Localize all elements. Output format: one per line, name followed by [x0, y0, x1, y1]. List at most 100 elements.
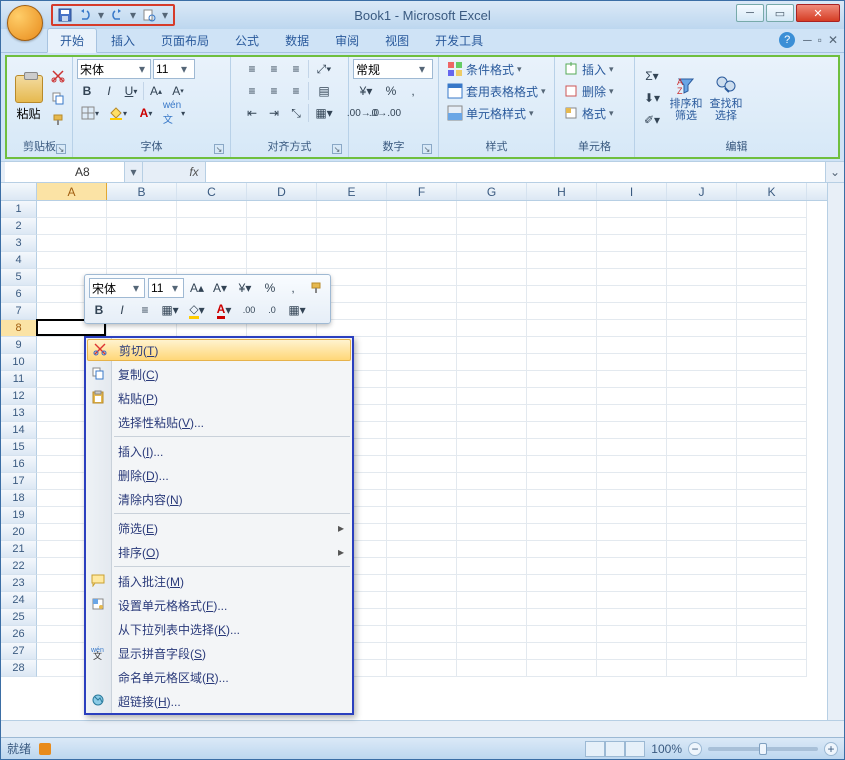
- cell[interactable]: [457, 337, 527, 354]
- mini-decrease-decimal[interactable]: .0: [262, 300, 282, 320]
- cell[interactable]: [107, 201, 177, 218]
- context-menu-item[interactable]: 从下拉列表中选择(K)...: [86, 617, 352, 641]
- cell[interactable]: [457, 592, 527, 609]
- cell[interactable]: [667, 592, 737, 609]
- name-box-dropdown[interactable]: ▾: [125, 162, 143, 182]
- row-header-12[interactable]: 12: [1, 388, 37, 405]
- italic-button[interactable]: I: [99, 81, 119, 101]
- paste-button[interactable]: 粘贴: [11, 75, 46, 122]
- cell[interactable]: [737, 354, 807, 371]
- row-header-1[interactable]: 1: [1, 201, 37, 218]
- undo-dropdown[interactable]: ▾: [97, 7, 105, 23]
- cell[interactable]: [107, 252, 177, 269]
- cell[interactable]: [387, 235, 457, 252]
- cell[interactable]: [667, 473, 737, 490]
- formula-input[interactable]: [205, 162, 826, 182]
- mini-bold[interactable]: B: [89, 300, 109, 320]
- undo-icon[interactable]: [77, 7, 93, 23]
- tab-developer[interactable]: 开发工具: [423, 29, 495, 52]
- close-button[interactable]: ✕: [796, 4, 840, 22]
- cell[interactable]: [597, 541, 667, 558]
- cell[interactable]: [457, 303, 527, 320]
- cell[interactable]: [457, 252, 527, 269]
- cell[interactable]: [177, 252, 247, 269]
- cell[interactable]: [737, 626, 807, 643]
- cell[interactable]: [737, 218, 807, 235]
- cell[interactable]: [597, 473, 667, 490]
- cell[interactable]: [737, 558, 807, 575]
- context-menu-item[interactable]: 选择性粘贴(V)...: [86, 410, 352, 434]
- column-header-H[interactable]: H: [527, 183, 597, 200]
- cell[interactable]: [667, 439, 737, 456]
- cell[interactable]: [667, 575, 737, 592]
- cell[interactable]: [737, 643, 807, 660]
- cell[interactable]: [457, 609, 527, 626]
- cell[interactable]: [597, 303, 667, 320]
- row-header-13[interactable]: 13: [1, 405, 37, 422]
- context-menu-item[interactable]: 复制(C): [86, 362, 352, 386]
- cell[interactable]: [527, 269, 597, 286]
- row-header-16[interactable]: 16: [1, 456, 37, 473]
- cell[interactable]: [387, 354, 457, 371]
- number-format-input[interactable]: [356, 62, 416, 76]
- cell[interactable]: [597, 524, 667, 541]
- cell[interactable]: [527, 660, 597, 677]
- column-header-K[interactable]: K: [737, 183, 807, 200]
- cell[interactable]: [737, 337, 807, 354]
- autosum-button[interactable]: Σ▾: [639, 66, 665, 86]
- cell[interactable]: [597, 660, 667, 677]
- cell[interactable]: [667, 303, 737, 320]
- orientation-diag-button[interactable]: ⤡: [286, 103, 306, 123]
- mini-borders[interactable]: ▦▾: [158, 300, 182, 320]
- cell[interactable]: [667, 490, 737, 507]
- cell[interactable]: [527, 609, 597, 626]
- clear-button[interactable]: ✐▾: [639, 110, 665, 130]
- clipboard-dialog-launcher[interactable]: ↘: [56, 144, 66, 154]
- row-header-17[interactable]: 17: [1, 473, 37, 490]
- row-header-21[interactable]: 21: [1, 541, 37, 558]
- cell[interactable]: [737, 286, 807, 303]
- tab-data[interactable]: 数据: [273, 29, 321, 52]
- align-center-button[interactable]: ≡: [264, 81, 284, 101]
- cell[interactable]: [737, 456, 807, 473]
- page-layout-view-button[interactable]: [605, 741, 625, 757]
- cell[interactable]: [247, 235, 317, 252]
- cell[interactable]: [247, 252, 317, 269]
- borders-button[interactable]: ▾: [77, 103, 103, 123]
- context-menu-item[interactable]: 剪切(T): [87, 339, 351, 361]
- tab-home[interactable]: 开始: [47, 28, 97, 53]
- cell[interactable]: [37, 218, 107, 235]
- font-name-combo[interactable]: ▾: [77, 59, 151, 79]
- cell[interactable]: [107, 235, 177, 252]
- cell[interactable]: [387, 456, 457, 473]
- cell[interactable]: [457, 201, 527, 218]
- cell[interactable]: [597, 354, 667, 371]
- formula-bar-expand[interactable]: ⌄: [826, 165, 844, 179]
- cell[interactable]: [597, 388, 667, 405]
- row-header-24[interactable]: 24: [1, 592, 37, 609]
- cell[interactable]: [457, 218, 527, 235]
- cell[interactable]: [597, 405, 667, 422]
- align-top-button[interactable]: ≡: [242, 59, 262, 79]
- cell[interactable]: [597, 269, 667, 286]
- cell[interactable]: [457, 456, 527, 473]
- decrease-decimal-button[interactable]: .0→.00: [375, 103, 395, 123]
- column-header-D[interactable]: D: [247, 183, 317, 200]
- delete-cells-button[interactable]: 删除▾: [559, 81, 618, 101]
- cell[interactable]: [387, 252, 457, 269]
- cell[interactable]: [737, 303, 807, 320]
- cell[interactable]: [457, 422, 527, 439]
- cell[interactable]: [737, 388, 807, 405]
- column-header-A[interactable]: A: [37, 183, 107, 200]
- context-menu-item[interactable]: 命名单元格区域(R)...: [86, 665, 352, 689]
- row-header-20[interactable]: 20: [1, 524, 37, 541]
- cell[interactable]: [597, 558, 667, 575]
- column-header-I[interactable]: I: [597, 183, 667, 200]
- mini-align-center[interactable]: ≡: [135, 300, 155, 320]
- horizontal-scrollbar[interactable]: [1, 720, 844, 737]
- context-menu-item[interactable]: 筛选(E)▸: [86, 516, 352, 540]
- cell[interactable]: [737, 269, 807, 286]
- cell[interactable]: [107, 218, 177, 235]
- tab-page-layout[interactable]: 页面布局: [149, 29, 221, 52]
- mini-italic[interactable]: I: [112, 300, 132, 320]
